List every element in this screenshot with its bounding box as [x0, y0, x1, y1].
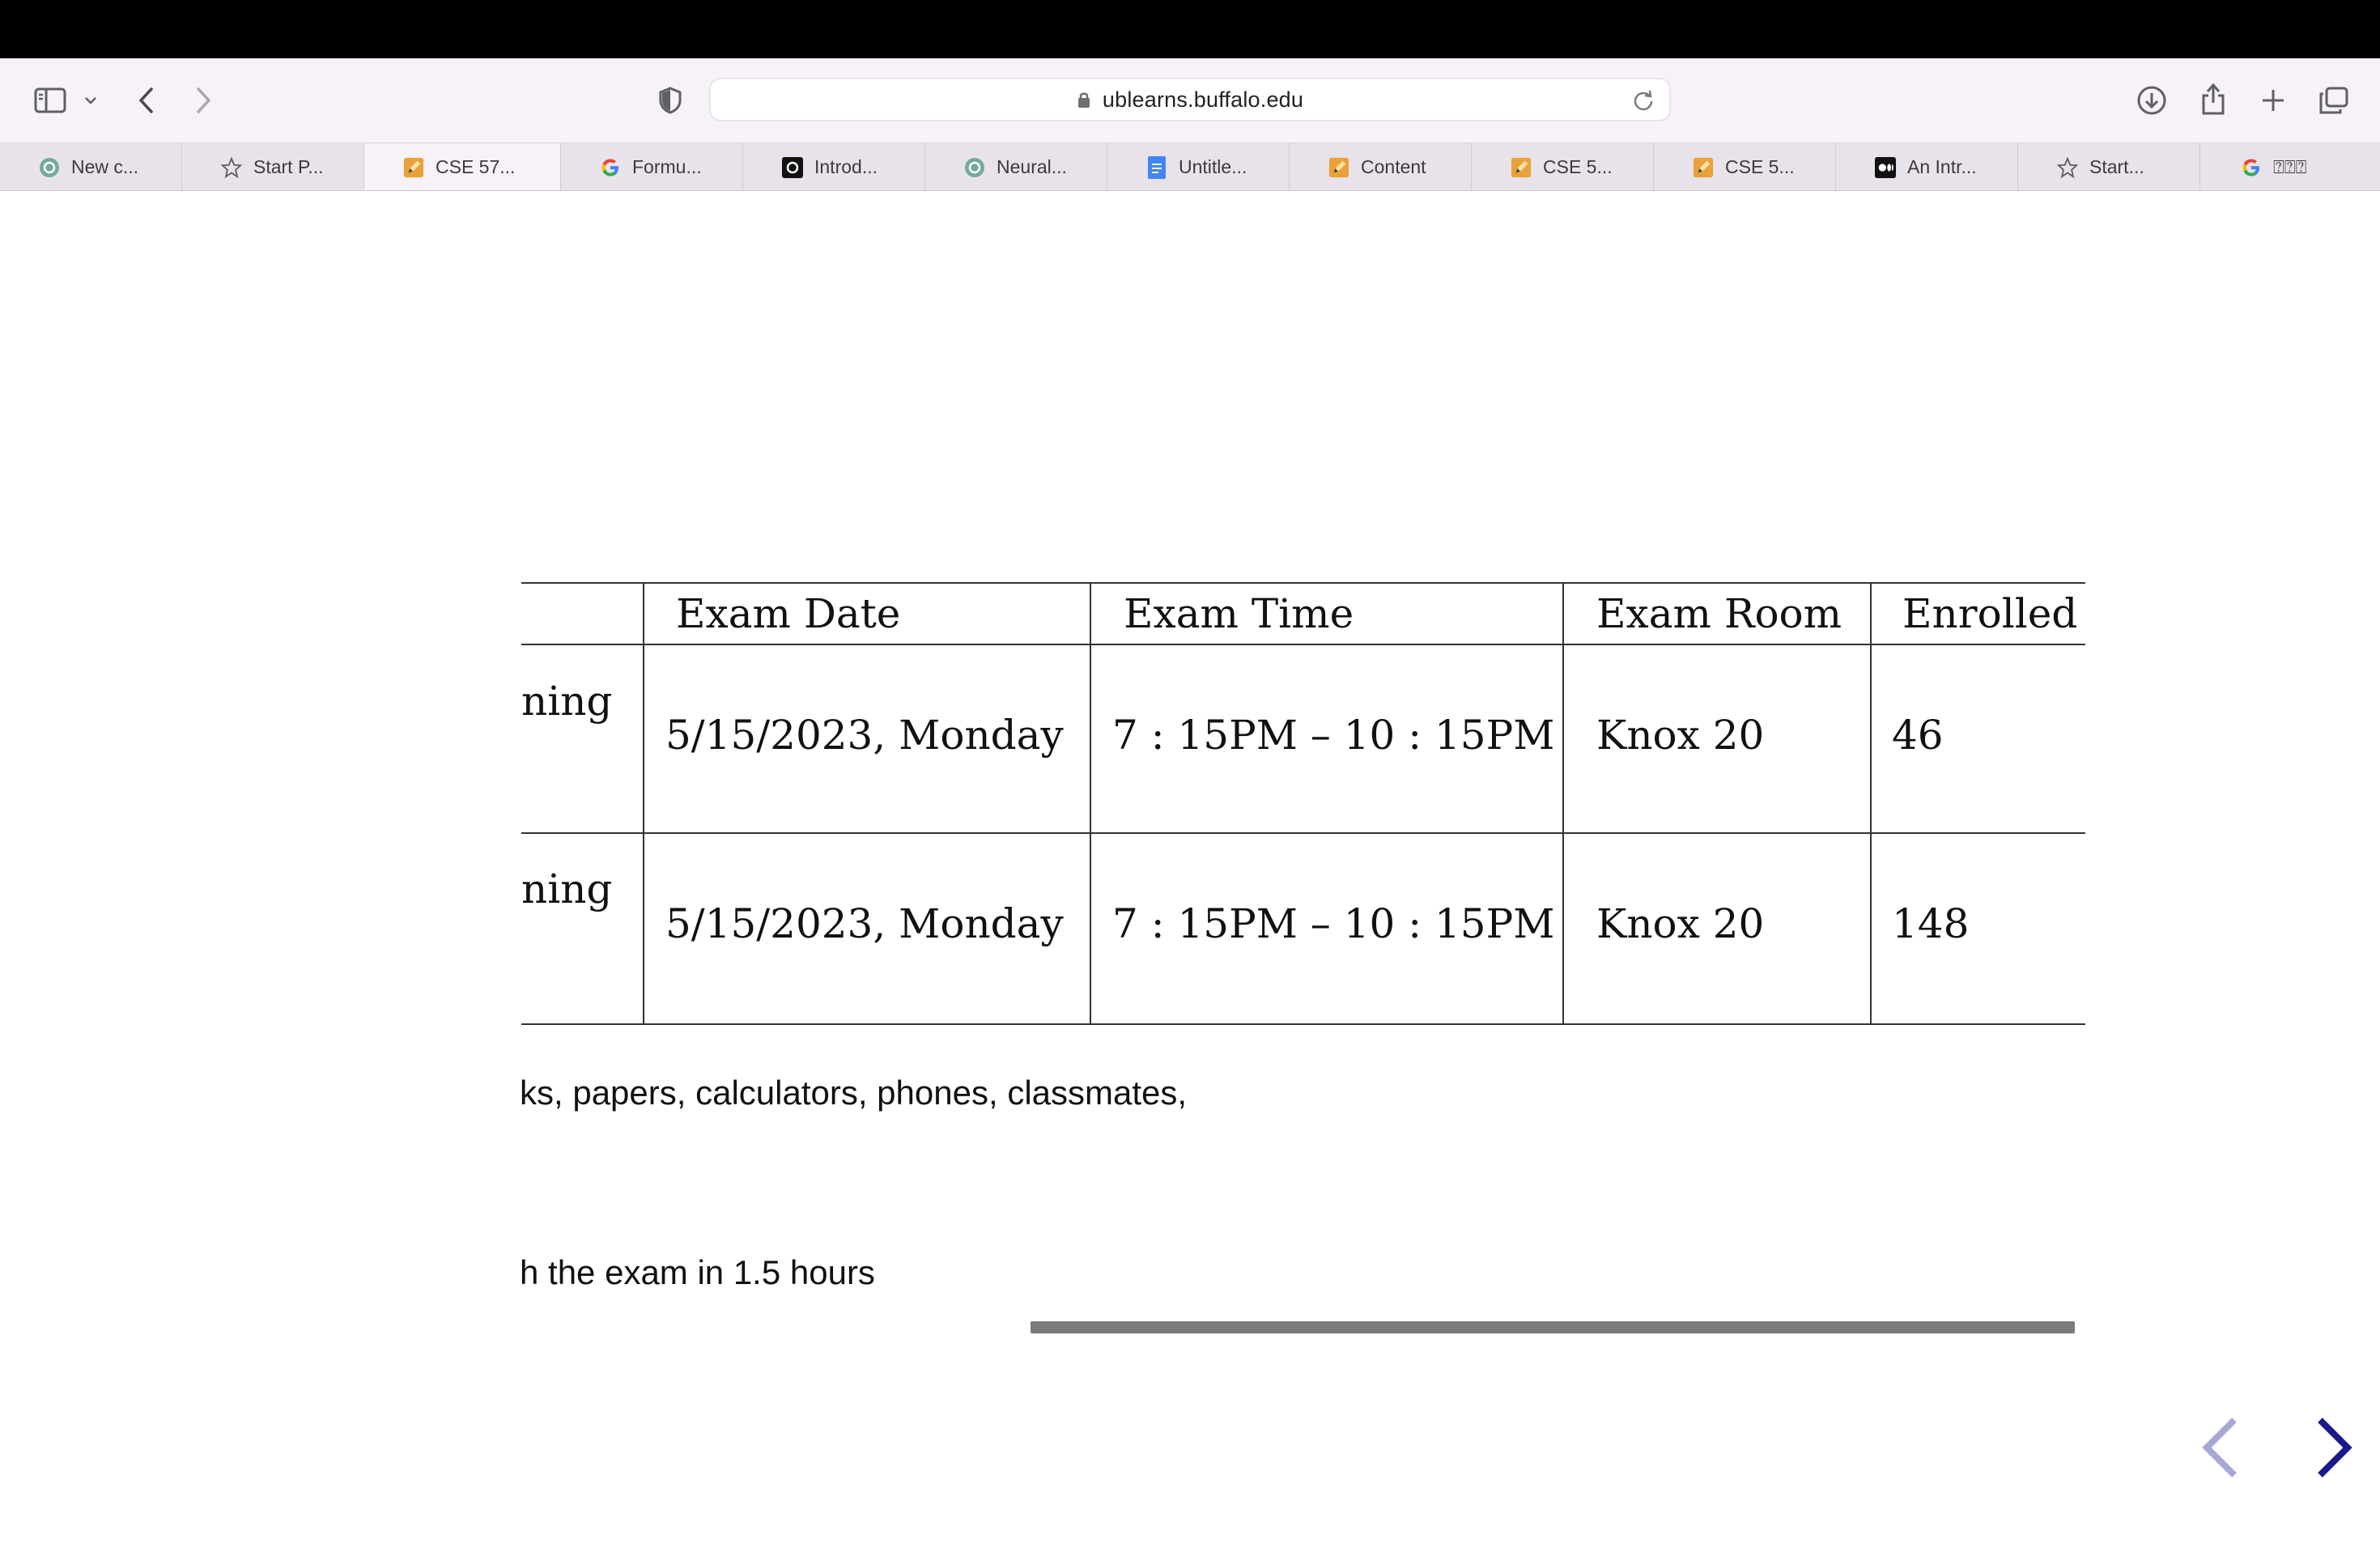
system-menu-bar	[0, 0, 2380, 58]
row1-course: ning	[521, 678, 613, 725]
row1-date: 5/15/2023, Monday	[665, 712, 1064, 759]
tab-item[interactable]: CSE 5...	[1654, 143, 1836, 190]
tab-label: Formu...	[632, 155, 702, 177]
pencil-icon	[1693, 157, 1714, 178]
exam-duration-note: h the exam in 1.5 hours	[520, 1253, 875, 1291]
header-exam-time: Exam Time	[1124, 590, 1354, 637]
row1-room: Knox 20	[1596, 712, 1765, 759]
tab-item[interactable]: ⍰⍰⍰	[2200, 143, 2380, 190]
tab-item[interactable]: Start P...	[182, 143, 364, 190]
exam-rules-note: ks, papers, calculators, phones, classma…	[520, 1074, 1188, 1112]
tab-item-active[interactable]: CSE 57...	[364, 143, 561, 190]
table-rule	[521, 582, 2085, 584]
exam-schedule-table: Exam Date Exam Time Exam Room Enrolled n…	[521, 582, 2085, 1026]
row2-date: 5/15/2023, Monday	[665, 900, 1064, 947]
forward-arrow-icon[interactable]	[189, 84, 219, 117]
medium-icon	[1875, 157, 1896, 178]
docs-icon	[1146, 156, 1167, 179]
column-divider	[1870, 582, 1872, 1025]
tab-label: New c...	[71, 155, 139, 177]
column-divider	[1090, 582, 1091, 1025]
row2-course: ning	[521, 865, 613, 912]
header-exam-room: Exam Room	[1596, 590, 1842, 637]
tab-label: CSE 5...	[1543, 155, 1613, 177]
tab-label: Untitle...	[1179, 155, 1247, 177]
address-bar[interactable]: ublearns.buffalo.edu	[709, 78, 1671, 121]
tab-label: Neural...	[997, 155, 1067, 177]
previous-slide-icon[interactable]	[2200, 1417, 2241, 1478]
google-icon	[2241, 157, 2262, 178]
openai-icon	[782, 157, 803, 178]
tab-item[interactable]: CSE 5...	[1472, 143, 1654, 190]
tab-item[interactable]: Introd...	[743, 143, 925, 190]
tab-label: Start...	[2089, 155, 2144, 177]
pencil-icon	[1328, 157, 1349, 178]
tab-label: Introd...	[814, 155, 878, 177]
tab-item[interactable]: An Intr...	[1836, 143, 2018, 190]
column-divider	[643, 582, 644, 1025]
tab-item[interactable]: Untitle...	[1107, 143, 1290, 190]
openai-icon	[39, 157, 60, 178]
tab-item[interactable]: Neural...	[925, 143, 1107, 190]
url-text: ublearns.buffalo.edu	[1102, 87, 1304, 112]
row2-time: 7 : 15PM – 10 : 15PM	[1112, 900, 1555, 947]
tab-overview-icon[interactable]	[2317, 84, 2351, 117]
back-arrow-icon[interactable]	[131, 84, 160, 117]
share-icon[interactable]	[2197, 79, 2229, 118]
star-icon	[221, 156, 242, 179]
row2-room: Knox 20	[1596, 900, 1765, 947]
downloads-icon[interactable]	[2134, 83, 2170, 118]
tab-label: An Intr...	[1907, 155, 1977, 177]
tab-label: ⍰⍰⍰	[2273, 155, 2307, 177]
pencil-icon	[403, 157, 424, 178]
openai-icon	[964, 157, 985, 178]
tab-item[interactable]: Start...	[2018, 143, 2200, 190]
table-rule	[521, 1023, 2085, 1025]
new-tab-plus-icon[interactable]	[2257, 84, 2289, 117]
pencil-icon	[1511, 157, 1532, 178]
tab-label: Content	[1361, 155, 1426, 177]
table-rule	[521, 644, 2085, 645]
tab-bar: New c... Start P... CSE 57... Formu... I…	[0, 142, 2380, 334]
row1-time: 7 : 15PM – 10 : 15PM	[1112, 712, 1555, 759]
google-icon	[600, 157, 621, 178]
row2-enrolled: 148	[1892, 900, 1970, 947]
header-exam-date: Exam Date	[676, 590, 901, 637]
next-slide-icon[interactable]	[2314, 1417, 2354, 1478]
tab-label: CSE 5...	[1725, 155, 1795, 177]
row1-enrolled: 46	[1892, 712, 1944, 759]
column-divider	[1562, 582, 1564, 1025]
sidebar-toggle-icon[interactable]	[31, 83, 70, 118]
tab-item[interactable]: Formu...	[561, 143, 743, 190]
horizontal-scrollbar[interactable]	[1031, 1321, 2075, 1333]
reload-icon[interactable]	[1632, 89, 1655, 116]
tab-item[interactable]: New c...	[0, 143, 182, 190]
chevron-down-icon[interactable]	[81, 91, 100, 110]
star-icon	[2057, 156, 2078, 179]
table-rule	[521, 832, 2085, 834]
privacy-shield-icon[interactable]	[654, 84, 686, 117]
header-enrolled: Enrolled	[1902, 590, 2078, 637]
tab-label: Start P...	[253, 155, 324, 177]
lock-icon	[1077, 91, 1091, 108]
tab-item[interactable]: Content	[1290, 143, 1472, 190]
tab-label: CSE 57...	[436, 155, 516, 177]
